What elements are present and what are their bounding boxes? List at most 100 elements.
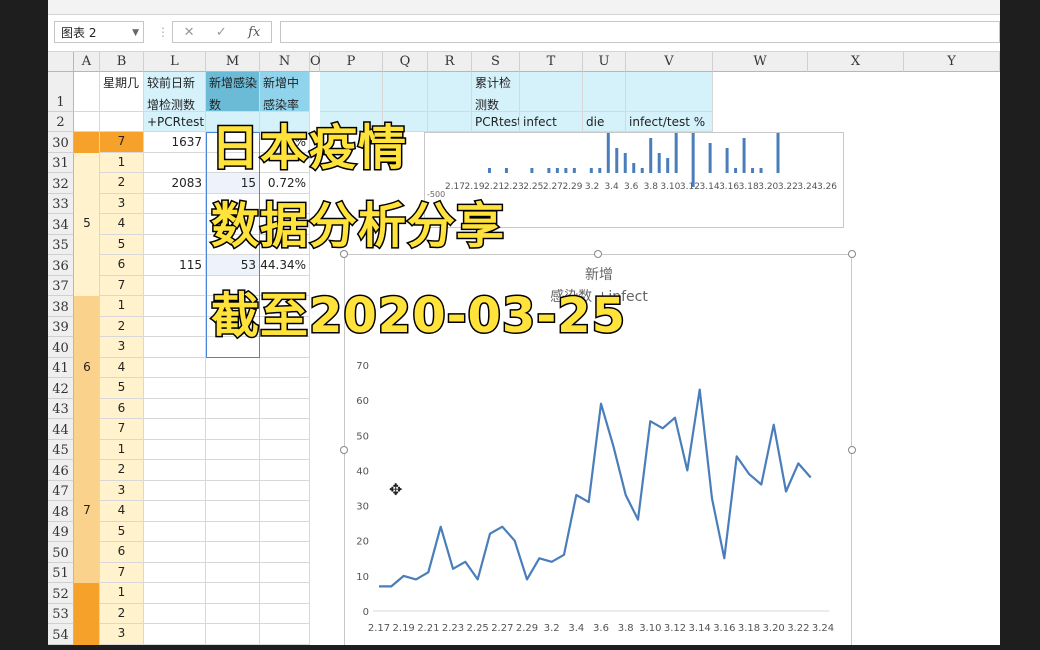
cell[interactable] xyxy=(144,624,206,645)
week-cell[interactable] xyxy=(74,173,100,194)
resize-handle[interactable] xyxy=(340,446,348,454)
resize-handle[interactable] xyxy=(594,250,602,258)
cell[interactable] xyxy=(206,357,260,378)
cell[interactable] xyxy=(144,214,206,235)
cell[interactable] xyxy=(206,439,260,460)
weekday-cell[interactable]: 6 xyxy=(100,542,144,563)
cell[interactable] xyxy=(144,152,206,173)
column-header-w[interactable]: W xyxy=(713,52,808,72)
cell[interactable] xyxy=(260,521,310,542)
value-cell[interactable]: 2083 xyxy=(144,173,206,194)
row-header[interactable]: 54 xyxy=(48,624,74,645)
column-header-u[interactable]: U xyxy=(583,52,626,72)
weekday-cell[interactable]: 7 xyxy=(100,562,144,583)
row-header[interactable]: 51 xyxy=(48,562,74,583)
cell[interactable] xyxy=(260,603,310,624)
row-header[interactable]: 48 xyxy=(48,501,74,522)
cell[interactable] xyxy=(144,234,206,255)
header-infection-rate[interactable]: 新增中感染率 xyxy=(260,72,310,112)
cell[interactable] xyxy=(74,112,100,132)
cell[interactable] xyxy=(206,501,260,522)
cell[interactable] xyxy=(320,72,383,112)
weekday-cell[interactable]: 1 xyxy=(100,296,144,317)
weekday-cell[interactable]: 7 xyxy=(100,132,144,153)
value-cell[interactable]: 44.34% xyxy=(260,255,310,276)
cell[interactable] xyxy=(260,439,310,460)
week-cell[interactable] xyxy=(74,234,100,255)
cell[interactable] xyxy=(144,357,206,378)
row-header[interactable]: 41 xyxy=(48,357,74,378)
name-box[interactable]: 图表 2 ▼ xyxy=(54,21,144,43)
cell[interactable] xyxy=(260,562,310,583)
column-header-r[interactable]: R xyxy=(428,52,472,72)
value-cell[interactable]: 115 xyxy=(144,255,206,276)
row-header[interactable]: 2 xyxy=(48,112,74,132)
cell[interactable] xyxy=(626,72,713,112)
row-header[interactable]: 52 xyxy=(48,583,74,604)
weekday-cell[interactable]: 1 xyxy=(100,152,144,173)
weekday-cell[interactable]: 5 xyxy=(100,234,144,255)
cell[interactable] xyxy=(260,378,310,399)
cell[interactable] xyxy=(260,480,310,501)
weekday-cell[interactable]: 2 xyxy=(100,173,144,194)
column-header-x[interactable]: X xyxy=(808,52,904,72)
week-cell[interactable] xyxy=(74,562,100,583)
cell[interactable] xyxy=(206,542,260,563)
cell[interactable] xyxy=(260,624,310,645)
formula-input[interactable] xyxy=(280,21,1000,43)
row-header[interactable]: 39 xyxy=(48,316,74,337)
cell[interactable] xyxy=(260,583,310,604)
enter-icon[interactable]: ✓ xyxy=(216,25,227,40)
row-header[interactable]: 47 xyxy=(48,480,74,501)
column-header-m[interactable]: M xyxy=(206,52,260,72)
cell[interactable] xyxy=(206,480,260,501)
row-header[interactable]: 34 xyxy=(48,214,74,235)
row-header[interactable]: 30 xyxy=(48,132,74,153)
column-header-b[interactable]: B xyxy=(100,52,144,72)
cell[interactable] xyxy=(206,419,260,440)
row-header[interactable]: 46 xyxy=(48,460,74,481)
week-cell[interactable] xyxy=(74,378,100,399)
row-header[interactable]: 38 xyxy=(48,296,74,317)
row-header[interactable]: 53 xyxy=(48,603,74,624)
cell[interactable] xyxy=(206,603,260,624)
cell[interactable] xyxy=(144,296,206,317)
week-cell[interactable] xyxy=(74,439,100,460)
cell[interactable] xyxy=(383,72,428,112)
cell[interactable] xyxy=(144,583,206,604)
week-cell[interactable] xyxy=(74,603,100,624)
select-all-corner[interactable] xyxy=(48,52,74,72)
weekday-cell[interactable]: 1 xyxy=(100,439,144,460)
cell[interactable] xyxy=(100,112,144,132)
cell[interactable] xyxy=(144,275,206,296)
column-header-v[interactable]: V xyxy=(626,52,713,72)
week-cell[interactable] xyxy=(74,296,100,317)
row-header[interactable]: 44 xyxy=(48,419,74,440)
column-header-o[interactable]: O xyxy=(310,52,321,72)
cell[interactable] xyxy=(144,542,206,563)
cell[interactable] xyxy=(428,72,472,112)
cell[interactable] xyxy=(206,378,260,399)
value-cell[interactable]: 1637 xyxy=(144,132,206,153)
cell[interactable] xyxy=(144,316,206,337)
week-cell[interactable] xyxy=(74,480,100,501)
weekday-cell[interactable]: 4 xyxy=(100,501,144,522)
cell[interactable] xyxy=(260,398,310,419)
week-cell[interactable] xyxy=(74,398,100,419)
week-cell[interactable] xyxy=(74,316,100,337)
cell[interactable] xyxy=(144,480,206,501)
weekday-cell[interactable]: 3 xyxy=(100,193,144,214)
cell[interactable] xyxy=(144,439,206,460)
weekday-cell[interactable]: 7 xyxy=(100,419,144,440)
resize-handle[interactable] xyxy=(848,250,856,258)
column-header-a[interactable]: A xyxy=(74,52,100,72)
week-cell[interactable] xyxy=(74,193,100,214)
header-infect[interactable]: infect xyxy=(520,112,583,132)
week-cell[interactable] xyxy=(74,337,100,358)
cell[interactable] xyxy=(206,583,260,604)
header-pcrtest[interactable]: PCRtest xyxy=(472,112,520,132)
cell[interactable] xyxy=(206,521,260,542)
row-header[interactable]: 42 xyxy=(48,378,74,399)
cell[interactable] xyxy=(206,460,260,481)
cell[interactable] xyxy=(144,521,206,542)
